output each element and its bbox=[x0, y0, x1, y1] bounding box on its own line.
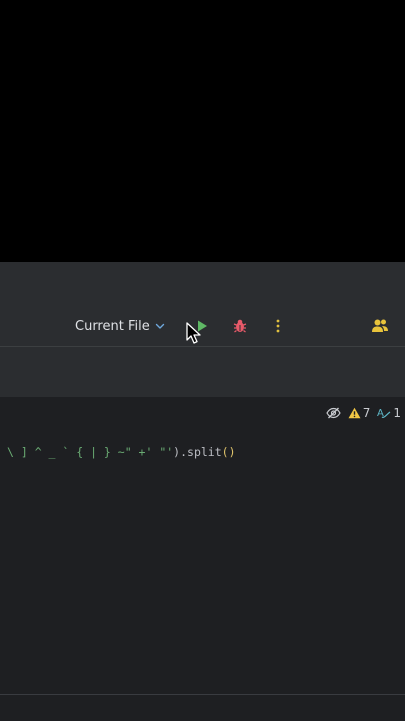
debug-button[interactable] bbox=[231, 317, 249, 335]
code-method-call: ).split bbox=[173, 445, 222, 459]
typos-indicator[interactable]: A 1 bbox=[377, 406, 401, 420]
code-string-literal: \ ] ^ _ ` { | } ~" +' "' bbox=[7, 445, 174, 459]
more-actions-button[interactable] bbox=[269, 317, 287, 335]
status-bar bbox=[0, 694, 405, 721]
inspection-widget: 7 A 1 bbox=[326, 405, 401, 421]
code-parentheses: () bbox=[221, 445, 236, 459]
more-vertical-icon bbox=[276, 319, 280, 333]
users-icon bbox=[372, 319, 388, 332]
mouse-pointer-icon bbox=[186, 322, 201, 344]
typos-count: 1 bbox=[393, 406, 401, 420]
warnings-indicator[interactable]: 7 bbox=[348, 406, 371, 420]
run-configuration-label: Current File bbox=[75, 318, 150, 334]
warning-icon bbox=[348, 407, 361, 419]
editor-tab-bar bbox=[0, 347, 405, 398]
ide-window: Current File 7 A 1 \] ^ _ ` {|} ~" +'… bbox=[0, 262, 405, 721]
code-line: \ ] ^ _ ` { | } ~" +' "').split() bbox=[7, 445, 236, 459]
chevron-down-icon bbox=[155, 323, 164, 329]
bug-icon bbox=[233, 319, 247, 333]
warnings-count: 7 bbox=[362, 406, 371, 420]
code-with-me-button[interactable] bbox=[371, 317, 389, 335]
reader-mode-toggle[interactable] bbox=[326, 407, 341, 419]
run-configuration-selector[interactable]: Current File bbox=[75, 317, 165, 335]
eye-slash-icon bbox=[326, 407, 341, 419]
code-editor[interactable]: 7 A 1 \ ] ^ _ ` { | } ~" +' "').split() bbox=[0, 398, 405, 694]
spellcheck-icon: A bbox=[377, 408, 391, 419]
main-toolbar: Current File bbox=[0, 262, 405, 347]
